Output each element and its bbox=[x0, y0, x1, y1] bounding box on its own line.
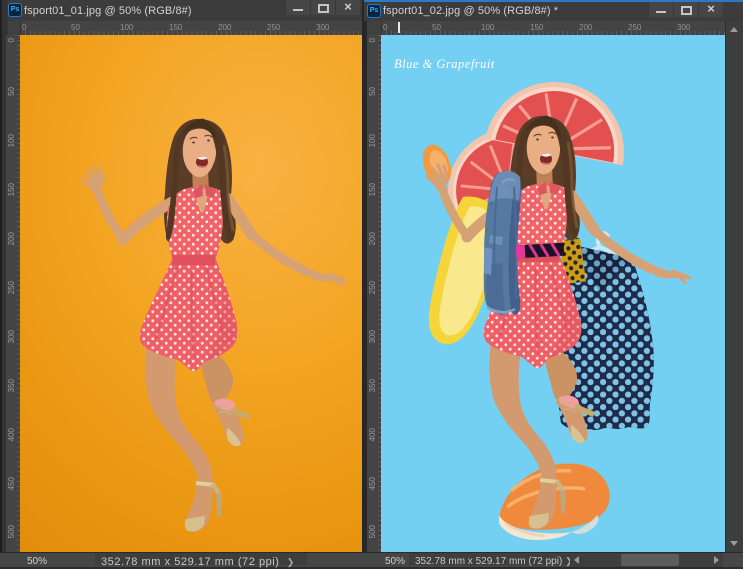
svg-text:Blue & Grapefruit: Blue & Grapefruit bbox=[394, 57, 495, 71]
